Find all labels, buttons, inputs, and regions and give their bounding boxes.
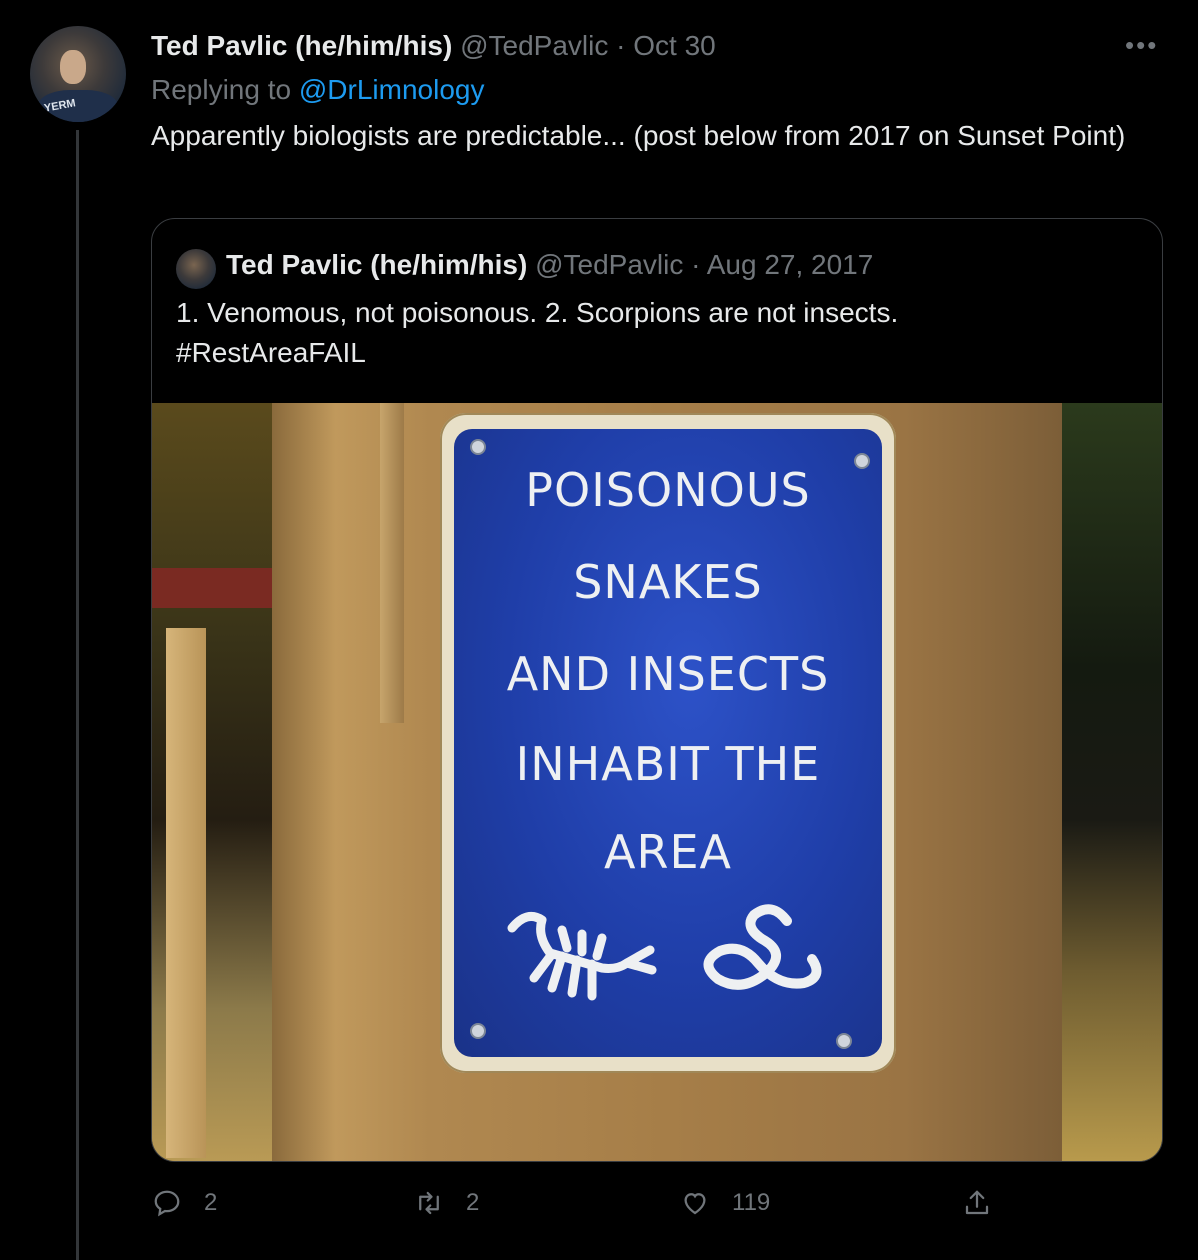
share-icon: [965, 1190, 989, 1215]
thread-line: [76, 130, 79, 1260]
like-count: 119: [732, 1189, 771, 1216]
quoted-tweet-header: Ted Pavlic (he/him/his) @TedPavlic · Aug…: [226, 245, 873, 285]
author-name[interactable]: Ted Pavlic (he/him/his): [151, 30, 452, 61]
sign-rivet: [470, 439, 486, 455]
replying-to-link[interactable]: @DrLimnology: [299, 74, 485, 105]
quoted-text-line: 1. Venomous, not poisonous. 2. Scorpions…: [176, 297, 899, 328]
sign-text-line: INHABIT THE: [515, 737, 821, 791]
photo-red-roof: [152, 568, 292, 608]
quoted-hashtag: #RestAreaFAIL: [176, 337, 366, 368]
share-button[interactable]: [962, 1188, 1014, 1218]
quoted-author-name: Ted Pavlic (he/him/his): [226, 249, 528, 280]
photo-pillar-edge: [380, 403, 404, 723]
sign-text-line: POISONOUS: [525, 463, 811, 517]
tweet-timestamp[interactable]: Oct 30: [633, 30, 715, 61]
reply-button[interactable]: 2: [152, 1188, 217, 1218]
like-icon: [684, 1193, 706, 1215]
quoted-author-avatar: [176, 249, 216, 289]
sign-text-line: AND INSECTS: [506, 647, 830, 701]
header-separator: ·: [616, 30, 626, 61]
replying-to-line: Replying to @DrLimnology: [151, 72, 484, 108]
retweet-button[interactable]: 2: [414, 1188, 479, 1218]
author-avatar[interactable]: YERM: [30, 26, 126, 122]
sign-rivet: [836, 1033, 852, 1049]
sign-text-line: AREA: [604, 825, 732, 879]
sign-photo[interactable]: POISONOUS SNAKES AND INSECTS INHABIT THE…: [152, 403, 1162, 1161]
tweet-actions: 2 2 119: [0, 1188, 1198, 1228]
scorpion-icon: [507, 911, 657, 1001]
tweet-header: Ted Pavlic (he/him/his) @TedPavlic · Oct…: [151, 28, 716, 64]
snake-icon: [703, 904, 822, 990]
quoted-tweet-card[interactable]: Ted Pavlic (he/him/his) @TedPavlic · Aug…: [151, 218, 1163, 1162]
quoted-separator: ·: [691, 249, 701, 280]
like-button[interactable]: 119: [680, 1188, 770, 1218]
sign-text-line: SNAKES: [573, 555, 763, 609]
more-horizontal-icon[interactable]: •••: [1125, 30, 1158, 61]
sign-rivet: [470, 1023, 486, 1039]
reply-count: 2: [204, 1189, 218, 1216]
retweet-count: 2: [466, 1189, 480, 1216]
avatar-face: [60, 50, 86, 84]
quoted-timestamp: Aug 27, 2017: [706, 249, 874, 280]
retweet-icon: [419, 1191, 439, 1215]
author-handle[interactable]: @TedPavlic: [460, 30, 608, 61]
quoted-author-handle: @TedPavlic: [535, 249, 684, 280]
replying-prefix: Replying to: [151, 74, 292, 105]
quoted-tweet-text: 1. Venomous, not poisonous. 2. Scorpions…: [176, 293, 1136, 373]
photo-wooden-post: [166, 628, 206, 1158]
reply-icon: [154, 1190, 180, 1217]
tweet-text: Apparently biologists are predictable...…: [151, 120, 1126, 151]
